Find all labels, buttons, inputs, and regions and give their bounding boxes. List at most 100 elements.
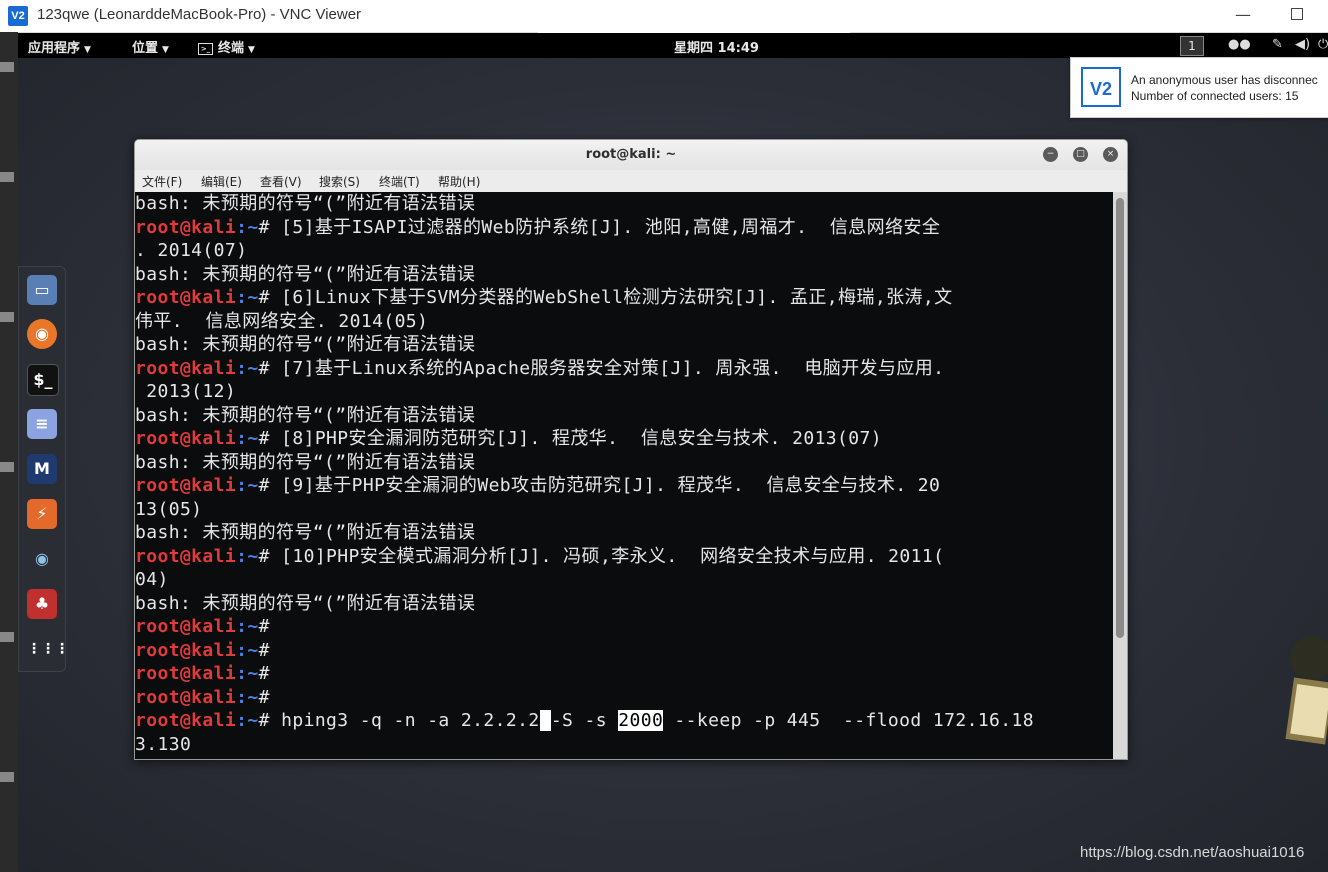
show-apps-icon[interactable]: ⋮⋮⋮ <box>27 634 69 664</box>
terminal-command-line: root@kali:~# [9]基于PHP安全漏洞的Web攻击防范研究[J]. … <box>135 474 1034 498</box>
terminal-output-line: 伟平. 信息网络安全. 2014(05) <box>135 310 1034 334</box>
prompt-user: root@kali <box>135 710 237 731</box>
prompt-hash: # <box>258 475 282 496</box>
text-editor-icon[interactable]: ≡ <box>27 409 57 439</box>
maximize-window-icon[interactable]: □ <box>1073 147 1088 162</box>
prompt-path: :~ <box>236 639 259 661</box>
terminal-window[interactable]: root@kali: ~ − □ × 文件(F) 编辑(E) 查看(V) 搜索(… <box>134 139 1128 760</box>
prompt-path: :~ <box>236 428 259 449</box>
clock[interactable]: 星期四 14:49 <box>674 37 759 56</box>
places-menu[interactable]: 位置 ▼ <box>132 37 169 56</box>
vnc-window-title: 123qwe (LeonarddeMacBook-Pro) - VNC View… <box>37 6 362 23</box>
prompt-path: :~ <box>236 616 259 637</box>
menu-view[interactable]: 查看(V) <box>260 173 302 190</box>
users-icon[interactable]: ●● <box>1228 37 1251 52</box>
terminal-app-menu[interactable]: >_ 终端 ▼ <box>198 37 255 56</box>
prompt-path: :~ <box>236 710 259 731</box>
terminal-output-line: 2013(12) <box>135 380 1034 404</box>
prompt-user: root@kali <box>135 686 237 708</box>
cherrytree-icon[interactable]: ♣ <box>27 589 57 619</box>
minimize-icon[interactable]: — <box>1232 4 1254 26</box>
terminal-output-line: bash: 未预期的符号“(”附近有语法错误 <box>135 192 1034 216</box>
prompt-path: :~ <box>236 475 259 496</box>
prompt-hash: # <box>258 545 282 567</box>
output-text: bash: 未预期的符号“(”附近有语法错误 <box>135 592 476 614</box>
command-text: [10]PHP安全模式漏洞分析[J]. 冯硕,李永义. 网络安全技术与应用. 2… <box>281 545 945 567</box>
prompt-user: root@kali <box>135 428 237 449</box>
close-window-icon[interactable]: × <box>1103 147 1118 162</box>
output-text: 04) <box>135 569 169 590</box>
terminal-title: root@kali: ~ <box>135 140 1127 170</box>
prompt-path: :~ <box>236 545 259 567</box>
scrollbar-thumb[interactable] <box>1116 198 1124 638</box>
command-text: [5]基于ISAPI过滤器的Web防护系统[J]. 池阳,高健,周福才. 信息网… <box>281 216 941 238</box>
prompt-user: root@kali <box>135 663 237 684</box>
prompt-path: :~ <box>236 287 259 308</box>
dock: ▭ ◉ $_ ≡ M ⚡ ◉ ♣ ⋮⋮⋮ <box>18 266 69 672</box>
terminal-output-line: 3.130 <box>135 733 1034 757</box>
terminal-output-line: bash: 未预期的符号“(”附近有语法错误 <box>135 404 1034 428</box>
menu-edit[interactable]: 编辑(E) <box>201 173 242 190</box>
output-text: 2013(12) <box>135 381 237 402</box>
output-text: 伟平. 信息网络安全. 2014(05) <box>135 310 429 332</box>
terminal-current-command-line: root@kali:~# hping3 -q -n -a 2.2.2.2 -S … <box>135 709 1034 733</box>
eye-icon[interactable]: ◉ <box>27 544 57 574</box>
vnc-logo-icon: V2 <box>8 6 28 26</box>
terminal-command-line: root@kali:~# <box>135 639 1034 663</box>
firefox-icon[interactable]: ◉ <box>27 319 57 349</box>
terminal-output-line: bash: 未预期的符号“(”附近有语法错误 <box>135 592 1034 616</box>
burpsuite-icon[interactable]: ⚡ <box>27 499 57 529</box>
metasploit-icon[interactable]: M <box>27 454 57 484</box>
terminal-command-line: root@kali:~# [5]基于ISAPI过滤器的Web防护系统[J]. 池… <box>135 216 1034 240</box>
terminal-command-line: root@kali:~# [10]PHP安全模式漏洞分析[J]. 冯硕,李永义.… <box>135 545 1034 569</box>
terminal-output-line: . 2014(07) <box>135 239 1034 263</box>
menu-terminal[interactable]: 终端(T) <box>379 173 420 190</box>
terminal-command-line: root@kali:~# [8]PHP安全漏洞防范研究[J]. 程茂华. 信息安… <box>135 427 1034 451</box>
minimize-window-icon[interactable]: − <box>1043 147 1058 162</box>
watermark-text: https://blog.csdn.net/aoshuai1016 <box>1080 844 1305 861</box>
output-text: bash: 未预期的符号“(”附近有语法错误 <box>135 404 476 426</box>
sticker-image <box>1285 636 1328 745</box>
prompt-hash: # <box>258 428 282 449</box>
selected-text: 2000 <box>618 710 664 731</box>
maximize-icon[interactable] <box>1286 4 1308 26</box>
terminal-command-line: root@kali:~# <box>135 615 1034 639</box>
command-text: [9]基于PHP安全漏洞的Web攻击防范研究[J]. 程茂华. 信息安全与技术.… <box>281 475 941 496</box>
command-text: hping3 -q -n -a 2.2.2.2 <box>281 710 540 731</box>
terminal-output-line: 13(05) <box>135 498 1034 522</box>
terminal-command-line: root@kali:~# <box>135 686 1034 710</box>
prompt-hash: # <box>258 639 282 661</box>
output-text: bash: 未预期的符号“(”附近有语法错误 <box>135 451 476 473</box>
menu-help[interactable]: 帮助(H) <box>438 173 480 190</box>
command-text: 3.130 <box>135 733 192 755</box>
terminal-scrollbar[interactable] <box>1113 192 1127 759</box>
vnc-notification[interactable]: V2 An anonymous user has disconnec Numbe… <box>1070 57 1328 118</box>
tools-icon[interactable]: ✎ <box>1272 37 1283 52</box>
terminal-output[interactable]: bash: 未预期的符号“(”附近有语法错误 root@kali:~# [5]基于… <box>135 192 1113 759</box>
command-text: -S -s <box>550 710 619 731</box>
terminal-command-line: root@kali:~# <box>135 662 1034 686</box>
prompt-user: root@kali <box>135 287 237 308</box>
menu-search[interactable]: 搜索(S) <box>319 173 360 190</box>
volume-icon[interactable]: ◀) <box>1295 37 1310 52</box>
prompt-user: root@kali <box>135 357 237 379</box>
terminal-icon[interactable]: $_ <box>27 364 59 396</box>
output-text: 13(05) <box>135 498 203 520</box>
power-icon[interactable]: ⏻ <box>1318 37 1328 52</box>
prompt-hash: # <box>258 216 282 238</box>
prompt-user: root@kali <box>135 475 237 496</box>
menu-file[interactable]: 文件(F) <box>142 173 182 190</box>
terminal-menubar: 文件(F) 编辑(E) 查看(V) 搜索(S) 终端(T) 帮助(H) <box>135 170 1127 192</box>
workspace-indicator[interactable]: 1 <box>1180 36 1204 56</box>
terminal-output-line: bash: 未预期的符号“(”附近有语法错误 <box>135 263 1034 287</box>
prompt-hash: # <box>258 663 282 684</box>
files-icon[interactable]: ▭ <box>27 275 57 305</box>
output-text: bash: 未预期的符号“(”附近有语法错误 <box>135 263 476 285</box>
command-text: [6]Linux下基于SVM分类器的WebShell检测方法研究[J]. 孟正,… <box>281 287 953 308</box>
output-text: bash: 未预期的符号“(”附近有语法错误 <box>135 334 476 355</box>
output-text: . 2014(07) <box>135 240 248 261</box>
applications-menu[interactable]: 应用程序 ▼ <box>28 37 91 56</box>
output-text: bash: 未预期的符号“(”附近有语法错误 <box>135 193 476 214</box>
command-text: [7]基于Linux系统的Apache服务器安全对策[J]. 周永强. 电脑开发… <box>281 357 945 379</box>
vnc-notification-logo-icon: V2 <box>1081 67 1121 107</box>
